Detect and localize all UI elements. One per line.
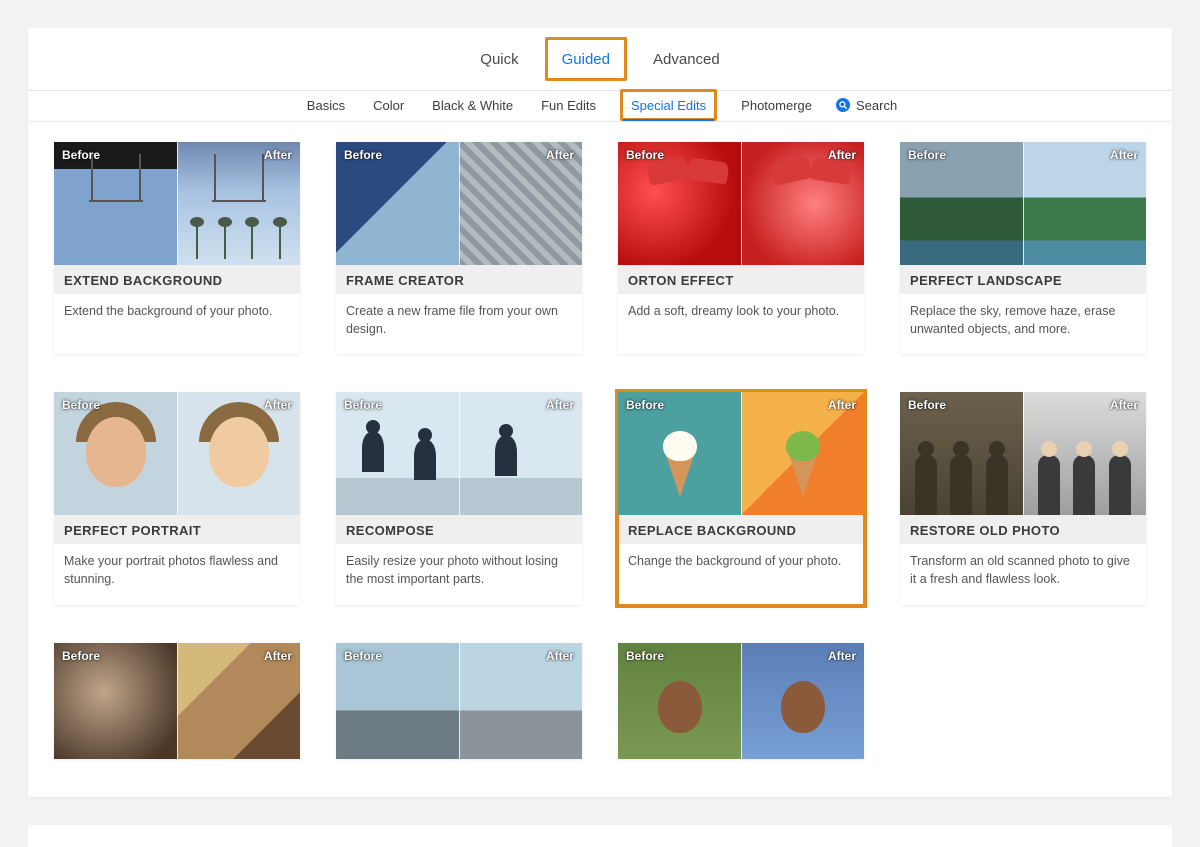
card-desc: Create a new frame file from your own de… bbox=[336, 294, 582, 354]
card-title: RECOMPOSE bbox=[336, 515, 582, 544]
card-title: RESTORE OLD PHOTO bbox=[900, 515, 1146, 544]
card-row3-b[interactable]: Before After bbox=[336, 643, 582, 759]
after-label: After bbox=[1110, 148, 1138, 162]
search-label: Search bbox=[856, 98, 897, 113]
card-perfect-landscape[interactable]: Before After PERFECT LANDSCAPE Replace t… bbox=[900, 142, 1146, 354]
before-label: Before bbox=[626, 398, 664, 412]
card-row3-c[interactable]: Before After bbox=[618, 643, 864, 759]
card-replace-background[interactable]: Before After REPLACE BACKGROUND Change t… bbox=[618, 392, 864, 604]
card-extend-background[interactable]: Before After EXTEND BACKGROUND Extend th… bbox=[54, 142, 300, 354]
after-label: After bbox=[546, 148, 574, 162]
card-grid: Before After EXTEND BACKGROUND Extend th… bbox=[63, 142, 1137, 759]
card-desc: Make your portrait photos flawless and s… bbox=[54, 544, 300, 604]
before-label: Before bbox=[908, 148, 946, 162]
after-label: After bbox=[546, 649, 574, 663]
card-desc: Easily resize your photo without losing … bbox=[336, 544, 582, 604]
card-title: EXTEND BACKGROUND bbox=[54, 265, 300, 294]
mode-tab-bar: Quick Guided Advanced bbox=[28, 28, 1172, 91]
before-label: Before bbox=[344, 398, 382, 412]
card-title: PERFECT PORTRAIT bbox=[54, 515, 300, 544]
card-desc: Replace the sky, remove haze, erase unwa… bbox=[900, 294, 1146, 354]
search-button[interactable]: Search bbox=[836, 98, 897, 113]
subtab-basics[interactable]: Basics bbox=[303, 93, 349, 117]
card-thumb: Before After bbox=[54, 643, 300, 759]
card-thumb: Before After bbox=[618, 643, 864, 759]
card-thumb: Before After bbox=[54, 142, 300, 265]
after-label: After bbox=[828, 398, 856, 412]
after-label: After bbox=[264, 148, 292, 162]
mode-tab-guided[interactable]: Guided bbox=[545, 37, 627, 81]
after-label: After bbox=[264, 649, 292, 663]
category-tab-bar: Basics Color Black & White Fun Edits Spe… bbox=[28, 91, 1172, 122]
mode-tab-advanced[interactable]: Advanced bbox=[643, 40, 730, 78]
search-icon bbox=[836, 98, 850, 112]
card-desc: Transform an old scanned photo to give i… bbox=[900, 544, 1146, 604]
card-orton-effect[interactable]: Before After ORTON EFFECT Add a soft, dr… bbox=[618, 142, 864, 354]
card-desc: Change the background of your photo. bbox=[618, 544, 864, 586]
card-thumb: Before After bbox=[900, 142, 1146, 265]
card-thumb: Before After bbox=[54, 392, 300, 515]
card-desc: Add a soft, dreamy look to your photo. bbox=[618, 294, 864, 336]
subtab-special-edits[interactable]: Special Edits bbox=[620, 89, 717, 121]
before-label: Before bbox=[626, 148, 664, 162]
after-label: After bbox=[828, 649, 856, 663]
card-title: PERFECT LANDSCAPE bbox=[900, 265, 1146, 294]
card-perfect-portrait[interactable]: Before After PERFECT PORTRAIT Make your … bbox=[54, 392, 300, 604]
card-frame-creator[interactable]: Before After FRAME CREATOR Create a new … bbox=[336, 142, 582, 354]
card-restore-old-photo[interactable]: Before After RESTORE OLD PHOTO Transform… bbox=[900, 392, 1146, 604]
card-thumb: Before After bbox=[336, 392, 582, 515]
card-thumb: Before After bbox=[618, 392, 864, 515]
subtab-color[interactable]: Color bbox=[369, 93, 408, 117]
subtab-black-white[interactable]: Black & White bbox=[428, 93, 517, 117]
card-grid-wrapper: Before After EXTEND BACKGROUND Extend th… bbox=[28, 122, 1172, 797]
bottom-band bbox=[28, 825, 1172, 847]
subtab-fun-edits[interactable]: Fun Edits bbox=[537, 93, 600, 117]
after-label: After bbox=[264, 398, 292, 412]
before-label: Before bbox=[344, 649, 382, 663]
before-label: Before bbox=[344, 148, 382, 162]
card-thumb: Before After bbox=[336, 643, 582, 759]
card-title: REPLACE BACKGROUND bbox=[618, 515, 864, 544]
card-thumb: Before After bbox=[900, 392, 1146, 515]
card-thumb: Before After bbox=[618, 142, 864, 265]
card-recompose[interactable]: Before After RECOMPOSE Easily resize you… bbox=[336, 392, 582, 604]
card-title: ORTON EFFECT bbox=[618, 265, 864, 294]
before-label: Before bbox=[62, 148, 100, 162]
card-row3-a[interactable]: Before After bbox=[54, 643, 300, 759]
subtab-photomerge[interactable]: Photomerge bbox=[737, 93, 816, 117]
card-thumb: Before After bbox=[336, 142, 582, 265]
before-label: Before bbox=[62, 398, 100, 412]
after-label: After bbox=[828, 148, 856, 162]
before-label: Before bbox=[626, 649, 664, 663]
mode-tab-quick[interactable]: Quick bbox=[470, 40, 528, 78]
after-label: After bbox=[546, 398, 574, 412]
guided-edit-panel: Quick Guided Advanced Basics Color Black… bbox=[28, 28, 1172, 797]
card-title: FRAME CREATOR bbox=[336, 265, 582, 294]
before-label: Before bbox=[62, 649, 100, 663]
card-desc: Extend the background of your photo. bbox=[54, 294, 300, 336]
before-label: Before bbox=[908, 398, 946, 412]
after-label: After bbox=[1110, 398, 1138, 412]
